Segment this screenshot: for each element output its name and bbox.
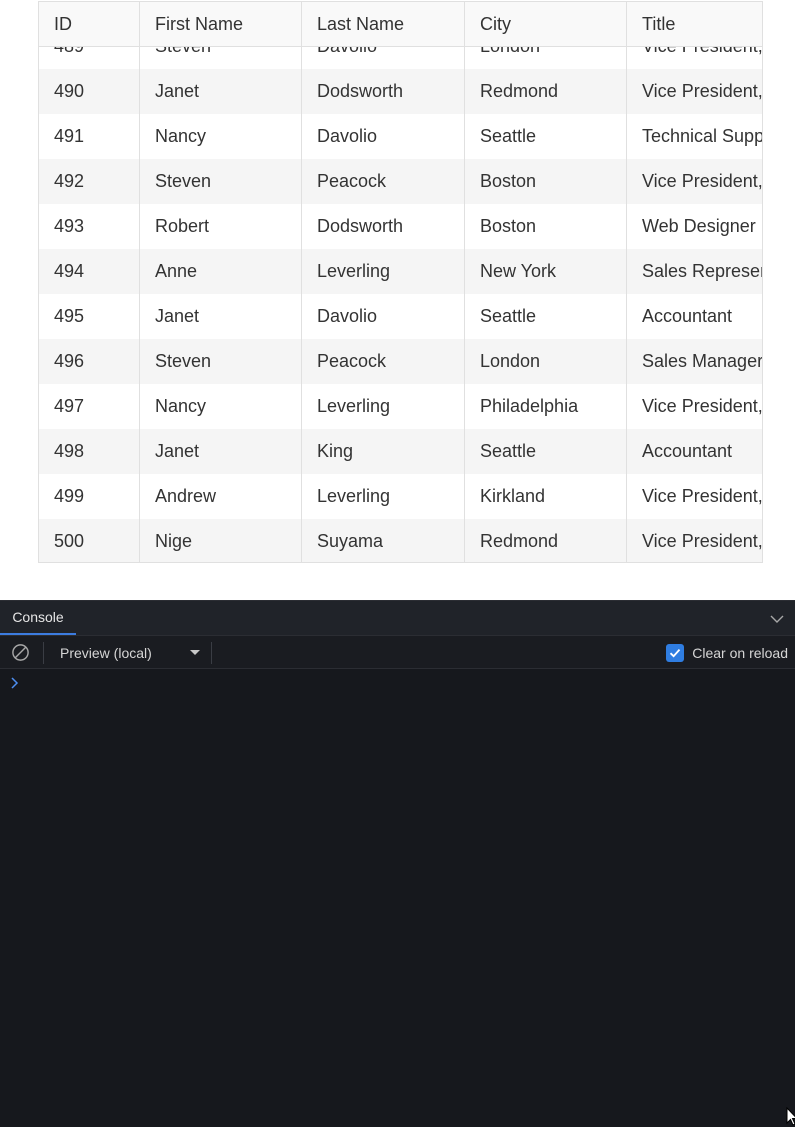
tab-console[interactable]: Console: [0, 601, 76, 636]
console-toolbar: Preview (local) Clear on reload: [0, 635, 795, 669]
cell-title: Vice President, Sales: [642, 486, 762, 506]
cell-first-name: Andrew: [140, 474, 302, 519]
cell-city: London: [465, 339, 627, 384]
table-row[interactable]: 499 Andrew Leverling Kirkland Vice Presi…: [39, 474, 762, 519]
source-select-value: Preview (local): [60, 644, 152, 661]
cell-first-name: Janet: [140, 69, 302, 114]
cell-title: Web Designer: [642, 216, 756, 236]
source-select[interactable]: Preview (local): [48, 639, 208, 666]
cell-first-name: Steven: [140, 159, 302, 204]
cell-title: Vice President, Sales: [642, 396, 762, 416]
caret-down-icon: [190, 650, 200, 655]
table-row[interactable]: 492 Steven Peacock Boston Vice President…: [39, 159, 762, 204]
data-grid[interactable]: ID First Name Last Name City Title 489 S…: [38, 1, 763, 563]
table-row[interactable]: 497 Nancy Leverling Philadelphia Vice Pr…: [39, 384, 762, 429]
cell-city: New York: [465, 249, 627, 294]
chevron-right-icon: [11, 677, 19, 689]
console-output[interactable]: [0, 669, 795, 1127]
console-tab-bar: Console: [0, 600, 795, 636]
cell-title: Accountant: [642, 441, 733, 461]
clear-on-reload-label: Clear on reload: [692, 645, 788, 661]
cell-first-name: Nancy: [140, 384, 302, 429]
cell-city: Boston: [465, 159, 627, 204]
table-row[interactable]: 491 Nancy Davolio Seattle Technical Supp…: [39, 114, 762, 159]
table-row[interactable]: 496 Steven Peacock London Sales Manager: [39, 339, 762, 384]
cell-id: 491: [39, 114, 140, 159]
cell-last-name: Dodsworth: [302, 204, 465, 249]
cell-id: 500: [39, 519, 140, 562]
cell-city: Seattle: [465, 429, 627, 474]
table-row[interactable]: 500 Nige Suyama Redmond Vice President, …: [39, 519, 762, 562]
column-header-last-name[interactable]: Last Name: [302, 2, 465, 46]
cell-city: Philadelphia: [465, 384, 627, 429]
app-root: ID First Name Last Name City Title 489 S…: [0, 0, 795, 1127]
column-header-first-name[interactable]: First Name: [140, 2, 302, 46]
cell-first-name: Robert: [140, 204, 302, 249]
clear-on-reload-checkbox[interactable]: [666, 644, 685, 662]
cell-city: Redmond: [465, 69, 627, 114]
clear-console-icon[interactable]: [11, 643, 30, 662]
grid-header-row: ID First Name Last Name City Title: [39, 2, 762, 47]
cell-title: Vice President, Sales: [642, 531, 762, 551]
cell-last-name: Peacock: [302, 339, 465, 384]
cell-first-name: Nancy: [140, 114, 302, 159]
clear-on-reload-toggle[interactable]: Clear on reload: [666, 643, 788, 663]
cell-last-name: Leverling: [302, 384, 465, 429]
cell-id: 490: [39, 69, 140, 114]
cell-id: 498: [39, 429, 140, 474]
cell-last-name: Leverling: [302, 249, 465, 294]
cell-title: Accountant: [642, 306, 733, 326]
cell-last-name: Leverling: [302, 474, 465, 519]
toolbar-divider: [43, 642, 44, 664]
cell-id: 496: [39, 339, 140, 384]
mouse-pointer-icon: [786, 1107, 795, 1126]
cell-last-name: King: [302, 429, 465, 474]
table-row[interactable]: 495 Janet Davolio Seattle Accountant: [39, 294, 762, 339]
cell-last-name: Peacock: [302, 159, 465, 204]
toolbar-divider: [211, 642, 212, 664]
cell-first-name: Anne: [140, 249, 302, 294]
table-row[interactable]: 498 Janet King Seattle Accountant: [39, 429, 762, 474]
cell-id: 492: [39, 159, 140, 204]
cell-city: Kirkland: [465, 474, 627, 519]
cell-last-name: Davolio: [302, 114, 465, 159]
table-row[interactable]: 494 Anne Leverling New York Sales Repres…: [39, 249, 762, 294]
cell-title: Sales Representative: [642, 261, 762, 281]
cell-title: Sales Manager: [642, 351, 762, 371]
cell-id: 499: [39, 474, 140, 519]
cell-first-name: Janet: [140, 429, 302, 474]
cell-first-name: Steven: [140, 339, 302, 384]
cell-city: Seattle: [465, 294, 627, 339]
cell-city: Seattle: [465, 114, 627, 159]
cell-city: Redmond: [465, 519, 627, 562]
cell-first-name: Janet: [140, 294, 302, 339]
cell-last-name: Dodsworth: [302, 69, 465, 114]
checkmark-icon: [670, 649, 681, 658]
cell-id: 495: [39, 294, 140, 339]
grid-area: ID First Name Last Name City Title 489 S…: [0, 0, 795, 600]
column-header-title[interactable]: Title: [627, 2, 762, 46]
table-row[interactable]: 493 Robert Dodsworth Boston Web Designer: [39, 204, 762, 249]
chevron-down-icon[interactable]: [769, 611, 785, 627]
cell-city: Boston: [465, 204, 627, 249]
table-row[interactable]: 490 Janet Dodsworth Redmond Vice Preside…: [39, 69, 762, 114]
cell-last-name: Davolio: [302, 294, 465, 339]
cell-first-name: Nige: [140, 519, 302, 562]
cell-id: 494: [39, 249, 140, 294]
cell-title: Technical Support: [642, 126, 762, 146]
column-header-id[interactable]: ID: [39, 2, 140, 46]
cell-title: Vice President, Sales: [642, 171, 762, 191]
console-panel: Console Preview (local) Clear on reload: [0, 600, 795, 1127]
cell-last-name: Suyama: [302, 519, 465, 562]
grid-body: 489 Steven Davolio London Vice President…: [39, 2, 762, 562]
cell-id: 493: [39, 204, 140, 249]
column-header-city[interactable]: City: [465, 2, 627, 46]
cell-id: 497: [39, 384, 140, 429]
cell-title: Vice President, Sales: [642, 81, 762, 101]
